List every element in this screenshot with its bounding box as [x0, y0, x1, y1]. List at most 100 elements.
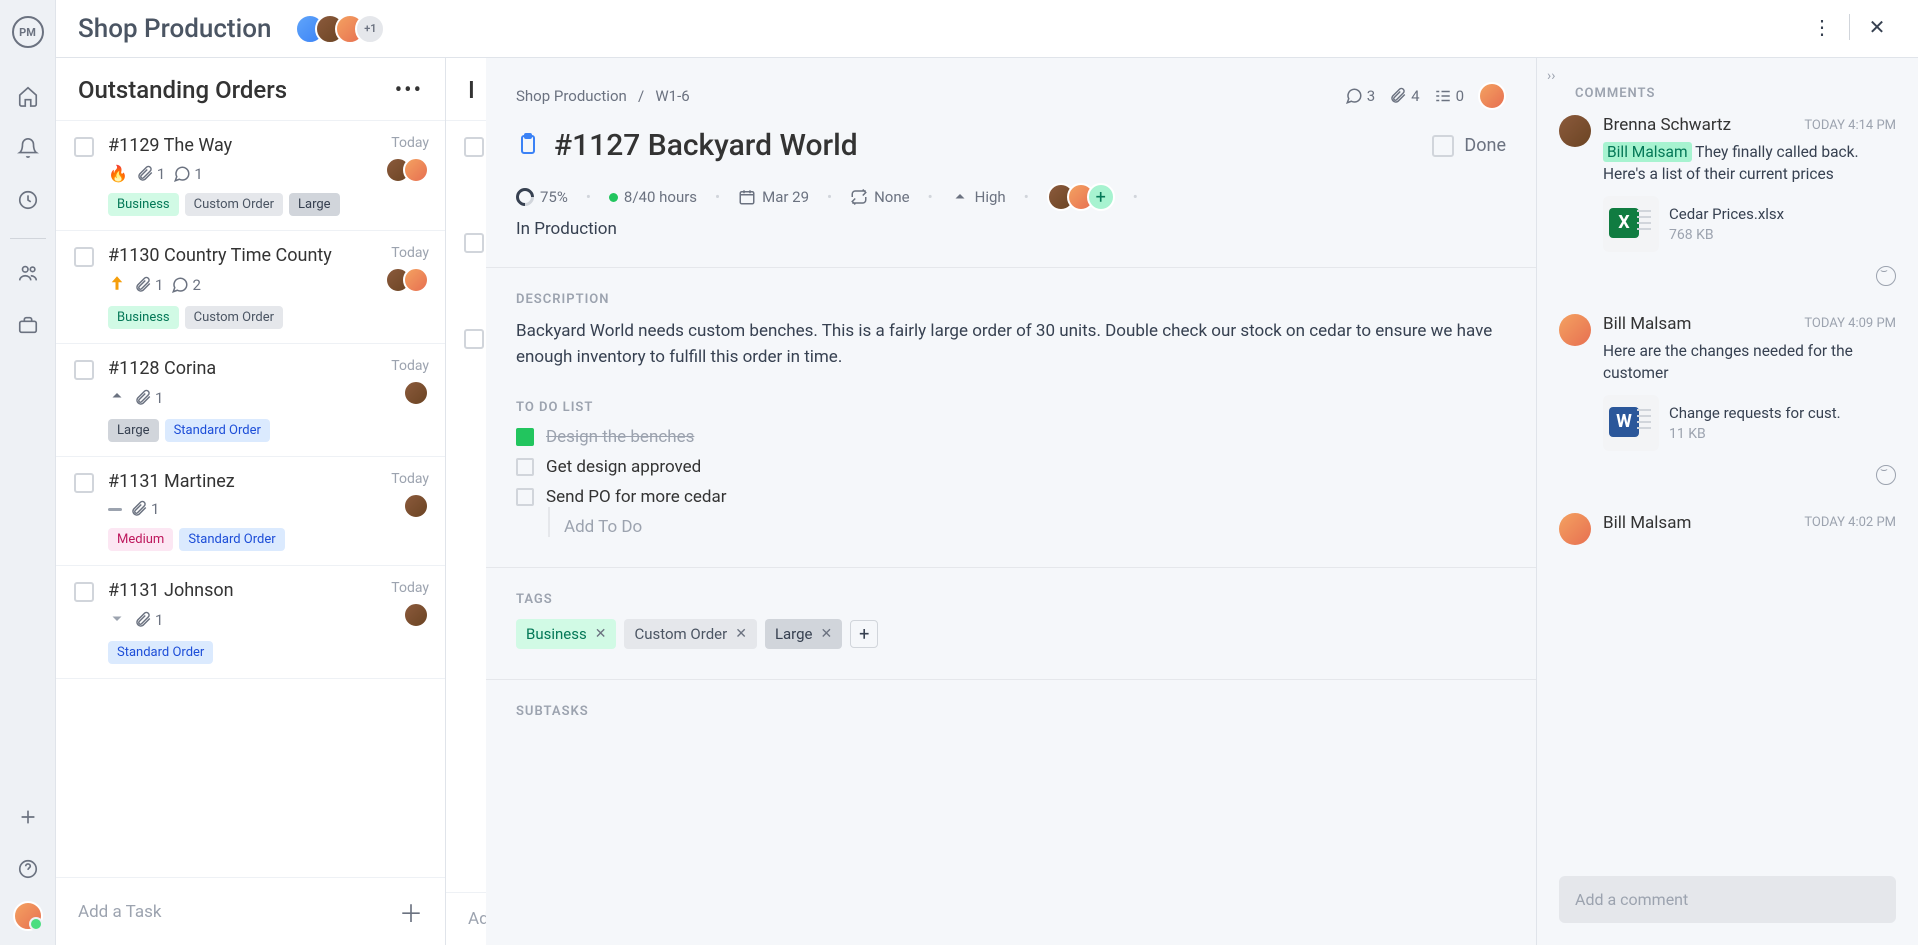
more-icon[interactable]: ⋮ — [1805, 10, 1839, 44]
task-checkbox[interactable] — [464, 233, 484, 253]
done-checkbox[interactable] — [1432, 135, 1454, 157]
todo-item[interactable]: Design the benches — [516, 427, 1506, 447]
avatar[interactable] — [403, 493, 429, 519]
tag[interactable]: Standard Order — [108, 641, 213, 664]
task-status[interactable]: In Production — [516, 219, 1506, 239]
avatar[interactable] — [403, 157, 429, 183]
remove-tag-icon[interactable]: ✕ — [821, 626, 833, 642]
tag[interactable]: Standard Order — [165, 419, 270, 442]
task-checkbox[interactable] — [74, 473, 94, 493]
help-icon[interactable] — [8, 849, 48, 889]
add-todo-input[interactable]: Add To Do — [548, 517, 1506, 537]
smile-icon[interactable] — [1876, 465, 1896, 485]
task-card[interactable]: #1131 Martinez 1 MediumStandard Order To… — [56, 457, 445, 566]
tag-pill[interactable]: Business✕ — [516, 619, 616, 649]
home-icon[interactable] — [8, 76, 48, 116]
comment-text: Bill Malsam They finally called back. He… — [1603, 141, 1896, 186]
progress[interactable]: 75% — [516, 188, 568, 206]
hours[interactable]: 8/40 hours — [609, 188, 697, 206]
header-avatars[interactable]: +1 — [295, 14, 385, 44]
task-checkbox[interactable] — [74, 137, 94, 157]
file-name: Change requests for cust. — [1669, 404, 1841, 422]
task-checkbox[interactable] — [74, 582, 94, 602]
task-date: Today — [391, 471, 429, 487]
todo-checkbox[interactable] — [516, 428, 534, 446]
assignees[interactable]: + — [1047, 183, 1115, 211]
tag[interactable]: Standard Order — [179, 528, 284, 551]
briefcase-icon[interactable] — [8, 305, 48, 345]
dash-icon — [108, 508, 122, 511]
task-owner-avatar[interactable] — [1478, 82, 1506, 110]
tag-pill[interactable]: Large✕ — [765, 619, 842, 649]
arrow-up-icon — [108, 274, 126, 296]
collapse-icon[interactable]: ›› — [1547, 68, 1555, 84]
task-date: Today — [391, 358, 429, 374]
plus-icon[interactable]: ＋ — [399, 894, 423, 929]
tag[interactable]: Large — [108, 419, 159, 442]
task-title[interactable]: #1127 Backyard World — [554, 128, 858, 163]
avatar[interactable] — [1559, 115, 1591, 147]
todo-label: TO DO LIST — [516, 400, 1506, 415]
task-card[interactable]: #1131 Johnson 1 Standard Order Today — [56, 566, 445, 679]
recurrence[interactable]: None — [850, 188, 910, 206]
comment-input[interactable]: Add a comment — [1559, 876, 1896, 923]
column-menu-icon[interactable]: ••• — [395, 78, 423, 103]
task-card[interactable]: #1130 Country Time County 12 BusinessCus… — [56, 231, 445, 344]
todo-item[interactable]: Send PO for more cedar — [516, 487, 1506, 507]
comment-author: Bill Malsam — [1603, 513, 1691, 533]
tag[interactable]: Custom Order — [185, 193, 283, 216]
avatar[interactable] — [403, 602, 429, 628]
remove-tag-icon[interactable]: ✕ — [595, 626, 607, 642]
task-checkbox[interactable] — [464, 329, 484, 349]
app-logo[interactable]: PM — [12, 16, 44, 48]
add-tag-button[interactable]: + — [850, 620, 878, 648]
react-button[interactable] — [1603, 465, 1896, 489]
bell-icon[interactable] — [8, 128, 48, 168]
add-task-row[interactable]: Add a Task ＋ — [56, 877, 445, 945]
close-icon[interactable]: ✕ — [1860, 10, 1894, 44]
tag[interactable]: Business — [108, 193, 179, 216]
tag[interactable]: Medium — [108, 528, 173, 551]
avatar[interactable] — [1559, 513, 1591, 545]
attachments-count[interactable]: 4 — [1389, 87, 1419, 105]
users-icon[interactable] — [8, 253, 48, 293]
todo-checkbox[interactable] — [516, 488, 534, 506]
clock-icon[interactable] — [8, 180, 48, 220]
breadcrumb-id[interactable]: W1-6 — [655, 87, 689, 105]
plus-icon[interactable] — [8, 797, 48, 837]
avatar-more[interactable]: +1 — [355, 14, 385, 44]
header: Shop Production +1 — [56, 0, 1918, 58]
task-title: #1131 Johnson — [108, 580, 427, 601]
attachment[interactable]: Change requests for cust.11 KB — [1603, 395, 1896, 451]
todo-item[interactable]: Get design approved — [516, 457, 1506, 477]
react-button[interactable] — [1603, 266, 1896, 290]
tag-pill[interactable]: Custom Order✕ — [624, 619, 756, 649]
user-avatar[interactable] — [13, 901, 43, 931]
task-card[interactable]: #1128 Corina 1 LargeStandard Order Today — [56, 344, 445, 457]
task-card[interactable]: #1129 The Way 🔥11 BusinessCustom OrderLa… — [56, 121, 445, 231]
breadcrumb-project[interactable]: Shop Production — [516, 87, 627, 105]
comment-count: 2 — [171, 276, 200, 294]
subtasks-count[interactable]: 0 — [1434, 87, 1464, 105]
done-toggle[interactable]: Done — [1432, 135, 1506, 157]
task-description[interactable]: Backyard World needs custom benches. Thi… — [516, 319, 1506, 370]
mention[interactable]: Bill Malsam — [1603, 142, 1692, 162]
tag[interactable]: Business — [108, 306, 179, 329]
comments-count[interactable]: 3 — [1345, 87, 1375, 105]
add-assignee-button[interactable]: + — [1087, 183, 1115, 211]
attachment[interactable]: Cedar Prices.xlsx768 KB — [1603, 196, 1896, 252]
task-checkbox[interactable] — [74, 247, 94, 267]
avatar[interactable] — [403, 380, 429, 406]
avatar[interactable] — [403, 267, 429, 293]
tag[interactable]: Large — [289, 193, 340, 216]
avatar[interactable] — [1559, 314, 1591, 346]
attachment-count: 1 — [134, 389, 163, 407]
task-checkbox[interactable] — [464, 137, 484, 157]
priority[interactable]: High — [951, 188, 1006, 206]
todo-checkbox[interactable] — [516, 458, 534, 476]
due-date[interactable]: Mar 29 — [738, 188, 809, 206]
task-checkbox[interactable] — [74, 360, 94, 380]
tag[interactable]: Custom Order — [185, 306, 283, 329]
remove-tag-icon[interactable]: ✕ — [735, 626, 747, 642]
smile-icon[interactable] — [1876, 266, 1896, 286]
